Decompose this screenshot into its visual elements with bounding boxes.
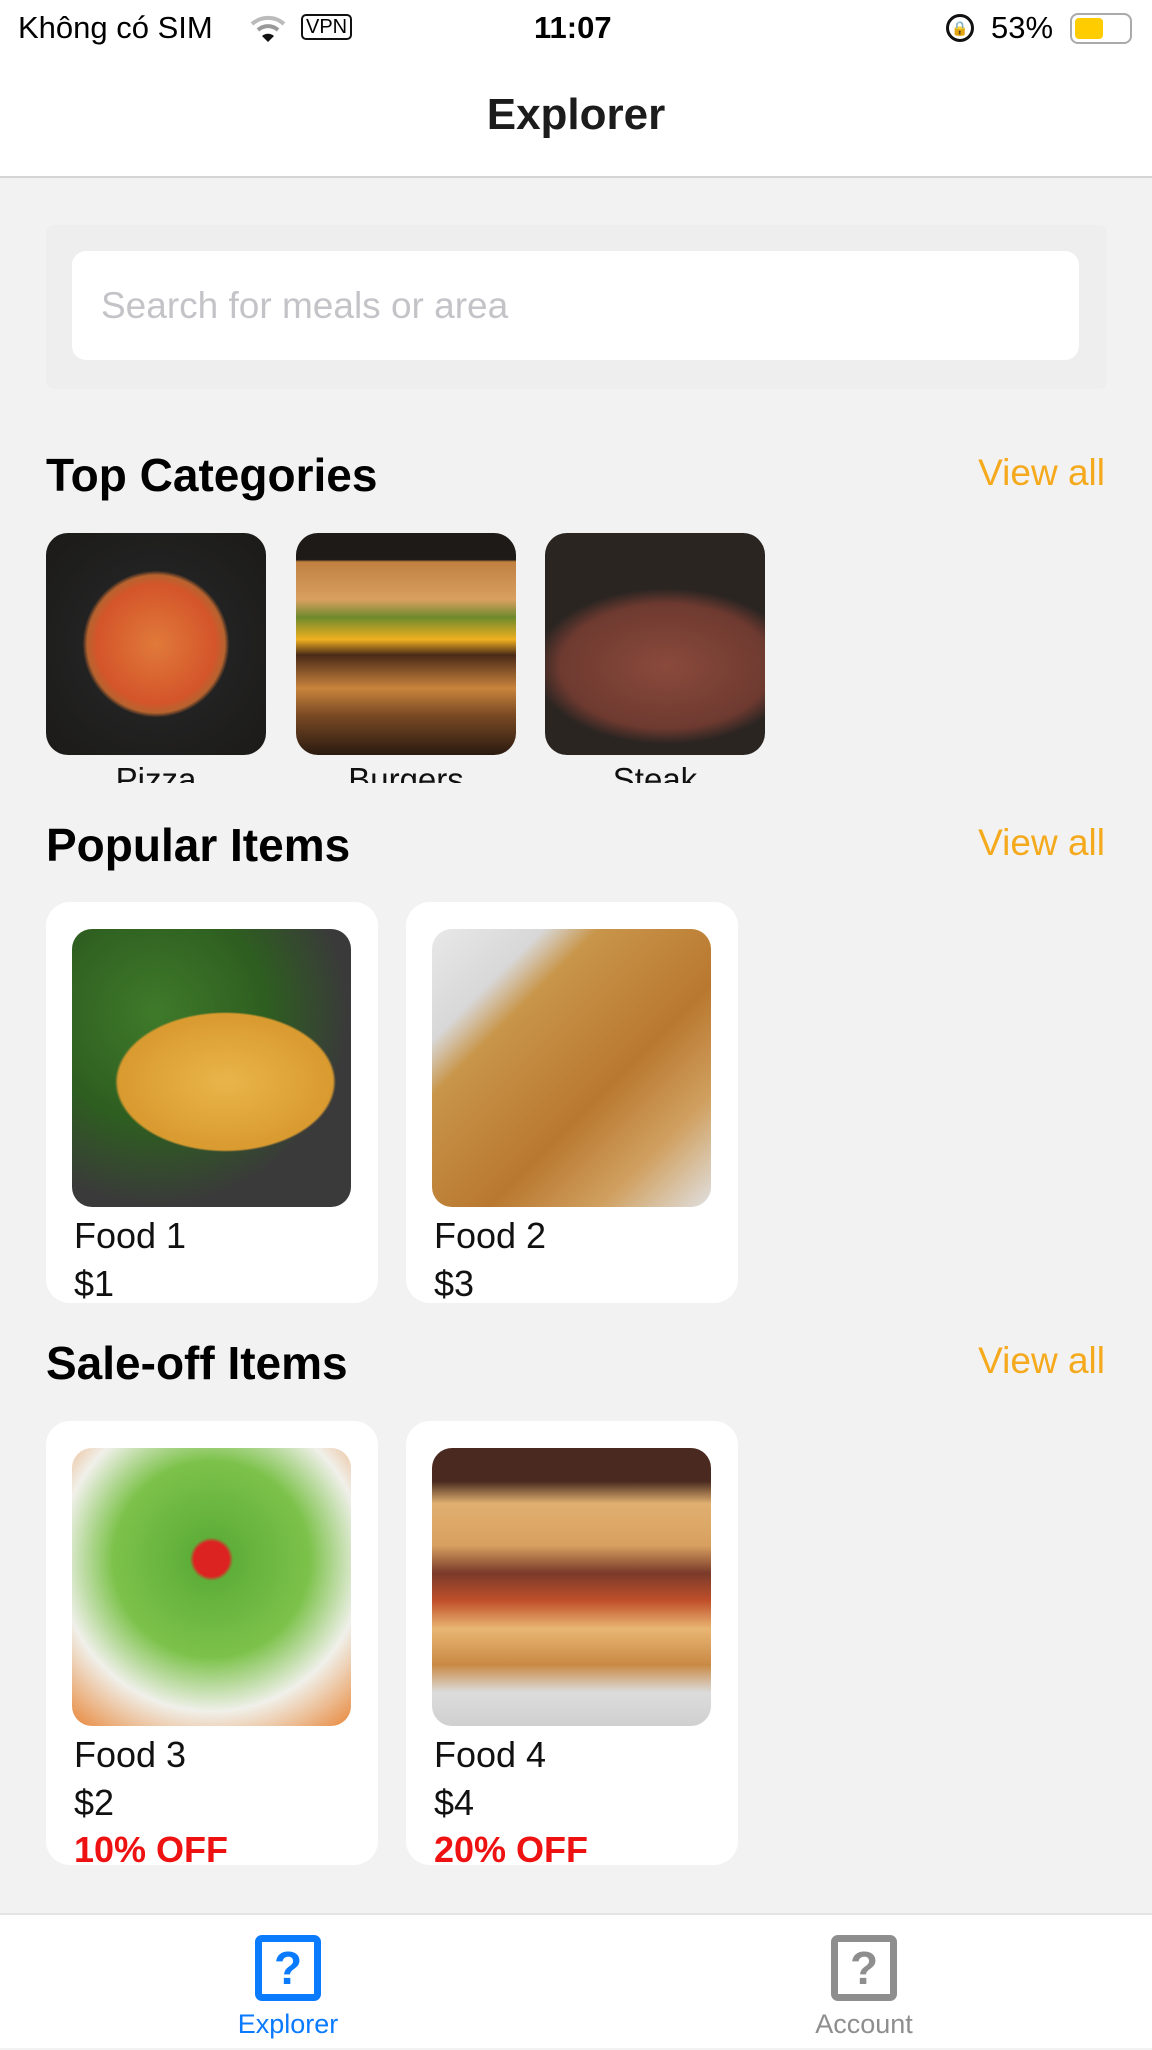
food-image <box>432 929 711 1207</box>
category-label: Pizza <box>115 761 197 783</box>
question-square-icon: ? <box>255 1935 321 2001</box>
food-image <box>432 1448 711 1726</box>
food-price: $3 <box>434 1263 475 1303</box>
category-steak[interactable]: Steak <box>545 533 765 783</box>
view-all-sale-link[interactable]: View all <box>978 1340 1105 1382</box>
food-price: $2 <box>74 1782 115 1823</box>
rotation-lock-icon: 🔒 <box>946 14 974 42</box>
food-price: $1 <box>74 1263 115 1303</box>
search-bar <box>46 225 1107 389</box>
battery-percent: 53% <box>991 10 1054 45</box>
category-burgers[interactable]: Burgers <box>296 533 516 783</box>
view-all-popular-link[interactable]: View all <box>978 822 1105 864</box>
sale-food-card[interactable]: Food 4 $4 20% OFF <box>406 1421 738 1865</box>
food-name: Food 2 <box>434 1215 547 1256</box>
nav-header: Explorer <box>0 60 1152 178</box>
burger-image <box>296 533 516 755</box>
search-input[interactable] <box>72 251 1079 360</box>
page-title: Explorer <box>486 90 666 139</box>
food-name: Food 4 <box>434 1734 547 1775</box>
category-label: Burgers <box>348 761 464 783</box>
status-bar: Không có SIM VPN 11:07 🔒 53% <box>0 0 1152 60</box>
tab-label: Account <box>815 2009 913 2039</box>
question-square-icon: ? <box>831 1935 897 2001</box>
wifi-icon <box>250 15 286 42</box>
tab-label: Explorer <box>237 2009 339 2039</box>
pizza-image <box>46 533 266 755</box>
category-pizza[interactable]: Pizza <box>46 533 266 783</box>
vpn-badge: VPN <box>301 14 353 40</box>
view-all-categories-link[interactable]: View all <box>978 452 1105 494</box>
food-image <box>72 929 351 1207</box>
carrier-label: Không có SIM <box>18 10 213 45</box>
tab-account[interactable]: ? Account <box>576 1915 1152 2050</box>
food-name: Food 1 <box>74 1215 187 1256</box>
food-price: $4 <box>434 1782 475 1823</box>
section-title-sale-off-items: Sale-off Items <box>46 1337 348 1389</box>
food-card[interactable]: Food 2 $3 <box>406 902 738 1303</box>
tab-explorer[interactable]: ? Explorer <box>0 1915 576 2050</box>
section-title-top-categories: Top Categories <box>46 449 378 501</box>
category-label: Steak <box>612 761 698 783</box>
sale-food-card[interactable]: Food 3 $2 10% OFF <box>46 1421 378 1865</box>
steak-image <box>545 533 765 755</box>
clock: 11:07 <box>534 10 612 45</box>
food-image <box>72 1448 351 1726</box>
food-card[interactable]: Food 1 $1 <box>46 902 378 1303</box>
section-title-popular-items: Popular Items <box>46 819 351 871</box>
discount-label: 10% OFF <box>74 1829 229 1865</box>
food-name: Food 3 <box>74 1734 187 1775</box>
discount-label: 20% OFF <box>434 1829 589 1865</box>
battery-icon <box>1070 13 1132 44</box>
tab-bar: ? Explorer ? Account <box>0 1913 1152 2048</box>
